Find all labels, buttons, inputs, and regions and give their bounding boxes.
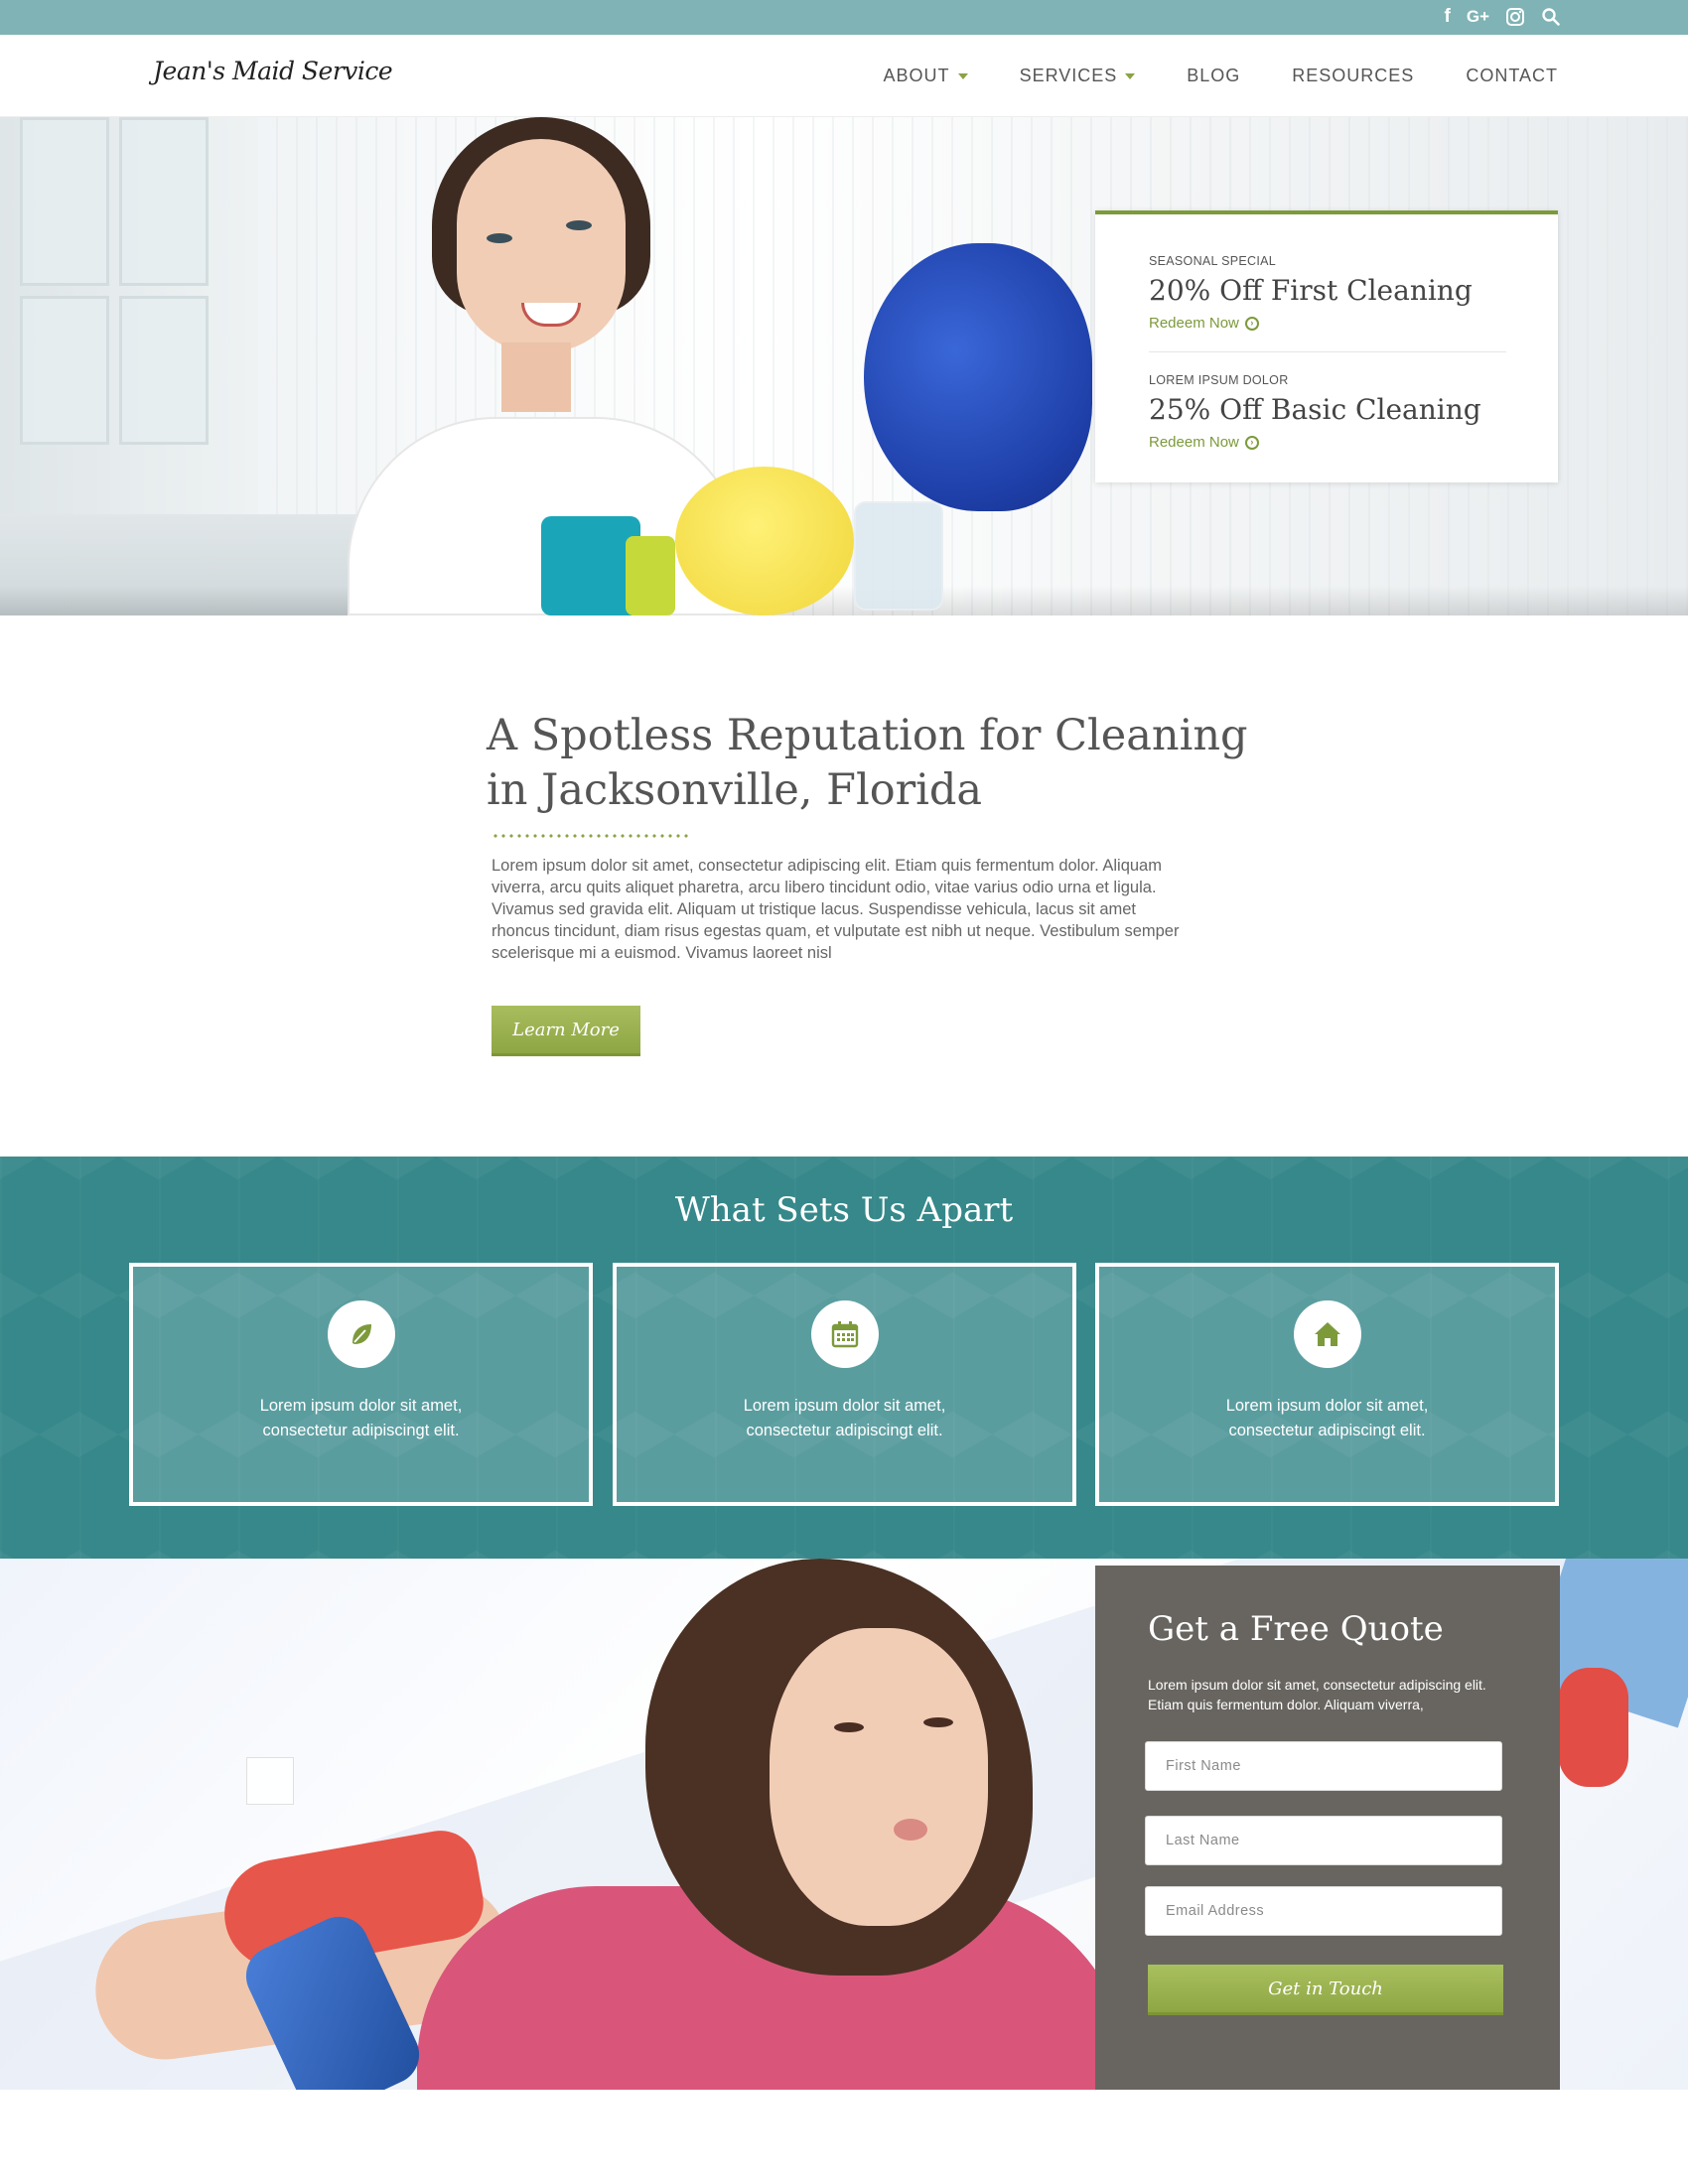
nav-services[interactable]: SERVICES — [1020, 66, 1136, 86]
quote-form-panel: Get a Free Quote Lorem ipsum dolor sit a… — [1095, 1566, 1560, 2090]
nav-resources-label: RESOURCES — [1292, 66, 1415, 85]
first-name-field[interactable] — [1145, 1741, 1502, 1791]
main-nav: ABOUT SERVICES BLOG RESOURCES CONTACT — [832, 66, 1558, 86]
email-field[interactable] — [1145, 1886, 1502, 1936]
nav-contact[interactable]: CONTACT — [1466, 66, 1558, 86]
social-icons: f G+ — [1445, 4, 1561, 30]
hero-woman-eye — [566, 220, 592, 230]
chevron-down-icon — [957, 72, 968, 79]
hero-woman-neck — [501, 342, 571, 412]
feature-badge — [810, 1300, 879, 1368]
nav-blog[interactable]: BLOG — [1187, 66, 1240, 86]
intro-heading-line: in Jacksonville, Florida — [487, 765, 983, 815]
intro-paragraph: Lorem ipsum dolor sit amet, consectetur … — [492, 857, 1180, 962]
dotted-divider — [492, 834, 690, 838]
last-name-field[interactable] — [1145, 1816, 1502, 1865]
rubber-glove-image — [1559, 1668, 1628, 1787]
learn-more-button[interactable]: Learn More — [492, 1006, 640, 1056]
promo-title: 25% Off Basic Cleaning — [1149, 393, 1481, 426]
instagram-icon[interactable] — [1505, 4, 1525, 30]
duster-image — [864, 243, 1092, 511]
feature-text-line: Lorem ipsum dolor sit amet, — [1225, 1397, 1429, 1415]
intro-heading-line: A Spotless Reputation for Cleaning — [487, 711, 1248, 760]
cabinet-door — [119, 296, 209, 445]
hero-woman-eye — [487, 233, 512, 243]
watermark-icon — [246, 1757, 294, 1805]
arrow-circle-icon: › — [1244, 435, 1259, 450]
feature-text-line: Lorem ipsum dolor sit amet, — [259, 1397, 463, 1415]
feature-text: Lorem ipsum dolor sit amet, consectetur … — [133, 1394, 589, 1443]
promo-item: SEASONAL SPECIAL 20% Off First Cleaning … — [1149, 254, 1506, 333]
feature-text: Lorem ipsum dolor sit amet, consectetur … — [617, 1394, 1072, 1443]
woman-eye — [923, 1717, 953, 1727]
site-header: Jean's Maid Service ABOUT SERVICES BLOG … — [0, 35, 1688, 117]
redeem-label: Redeem Now — [1149, 434, 1239, 451]
nav-blog-label: BLOG — [1187, 66, 1241, 85]
search-icon[interactable] — [1541, 4, 1561, 30]
feature-text-line: Lorem ipsum dolor sit amet, — [743, 1397, 946, 1415]
features-section: What Sets Us Apart Lorem ipsum dolor sit… — [0, 1157, 1688, 1559]
promo-title: 20% Off First Cleaning — [1149, 274, 1473, 307]
feature-card: Lorem ipsum dolor sit amet, consectetur … — [1095, 1263, 1559, 1506]
google-plus-icon[interactable]: G+ — [1467, 4, 1489, 30]
arrow-circle-icon: › — [1244, 316, 1259, 331]
calendar-icon — [831, 1321, 858, 1348]
promo-kicker: SEASONAL SPECIAL — [1149, 254, 1276, 268]
cabinet-door — [20, 117, 109, 286]
top-bar: f G+ — [0, 0, 1688, 35]
nav-resources[interactable]: RESOURCES — [1292, 66, 1414, 86]
woman-lips — [894, 1819, 927, 1841]
intro-heading: A Spotless Reputation for Cleaning in Ja… — [487, 709, 1281, 818]
feature-text-line: consectetur adipiscingt elit. — [262, 1422, 460, 1439]
nav-about[interactable]: ABOUT — [884, 66, 968, 86]
feature-text: Lorem ipsum dolor sit amet, consectetur … — [1099, 1394, 1555, 1443]
facebook-icon[interactable]: f — [1445, 4, 1451, 30]
promo-item: LOREM IPSUM DOLOR 25% Off Basic Cleaning… — [1149, 373, 1506, 452]
feature-badge — [327, 1300, 395, 1368]
redeem-link[interactable]: Redeem Now › — [1149, 315, 1259, 332]
features-heading: What Sets Us Apart — [674, 1190, 1014, 1230]
woman-eye — [834, 1722, 864, 1732]
get-in-touch-button[interactable]: Get in Touch — [1148, 1965, 1503, 2015]
site-logo[interactable]: Jean's Maid Service — [153, 57, 393, 85]
quote-title: Get a Free Quote — [1148, 1609, 1444, 1649]
cabinet-door — [119, 117, 209, 286]
feature-badge — [1293, 1300, 1361, 1368]
feature-text-line: consectetur adipiscingt elit. — [1228, 1422, 1426, 1439]
feature-text-line: consectetur adipiscingt elit. — [746, 1422, 943, 1439]
nav-services-label: SERVICES — [1019, 66, 1118, 85]
quote-description: Lorem ipsum dolor sit amet, consectetur … — [1148, 1677, 1486, 1712]
promo-divider — [1149, 351, 1506, 352]
promo-card: SEASONAL SPECIAL 20% Off First Cleaning … — [1095, 210, 1558, 482]
feature-card: Lorem ipsum dolor sit amet, consectetur … — [613, 1263, 1076, 1506]
home-icon — [1314, 1322, 1340, 1346]
feature-card: Lorem ipsum dolor sit amet, consectetur … — [129, 1263, 593, 1506]
nav-contact-label: CONTACT — [1466, 66, 1558, 85]
sponge-image — [675, 467, 854, 615]
promo-kicker: LOREM IPSUM DOLOR — [1149, 373, 1289, 387]
hero-shade — [0, 586, 1688, 615]
nav-about-label: ABOUT — [883, 66, 950, 85]
redeem-link[interactable]: Redeem Now › — [1149, 434, 1259, 451]
chevron-down-icon — [1125, 72, 1136, 79]
spray-bottle-image — [854, 501, 943, 611]
woman-face — [770, 1628, 988, 1926]
spray-bottle-image — [626, 536, 675, 615]
redeem-label: Redeem Now — [1149, 315, 1239, 332]
cabinet-door — [20, 296, 109, 445]
leaf-icon — [352, 1324, 371, 1344]
